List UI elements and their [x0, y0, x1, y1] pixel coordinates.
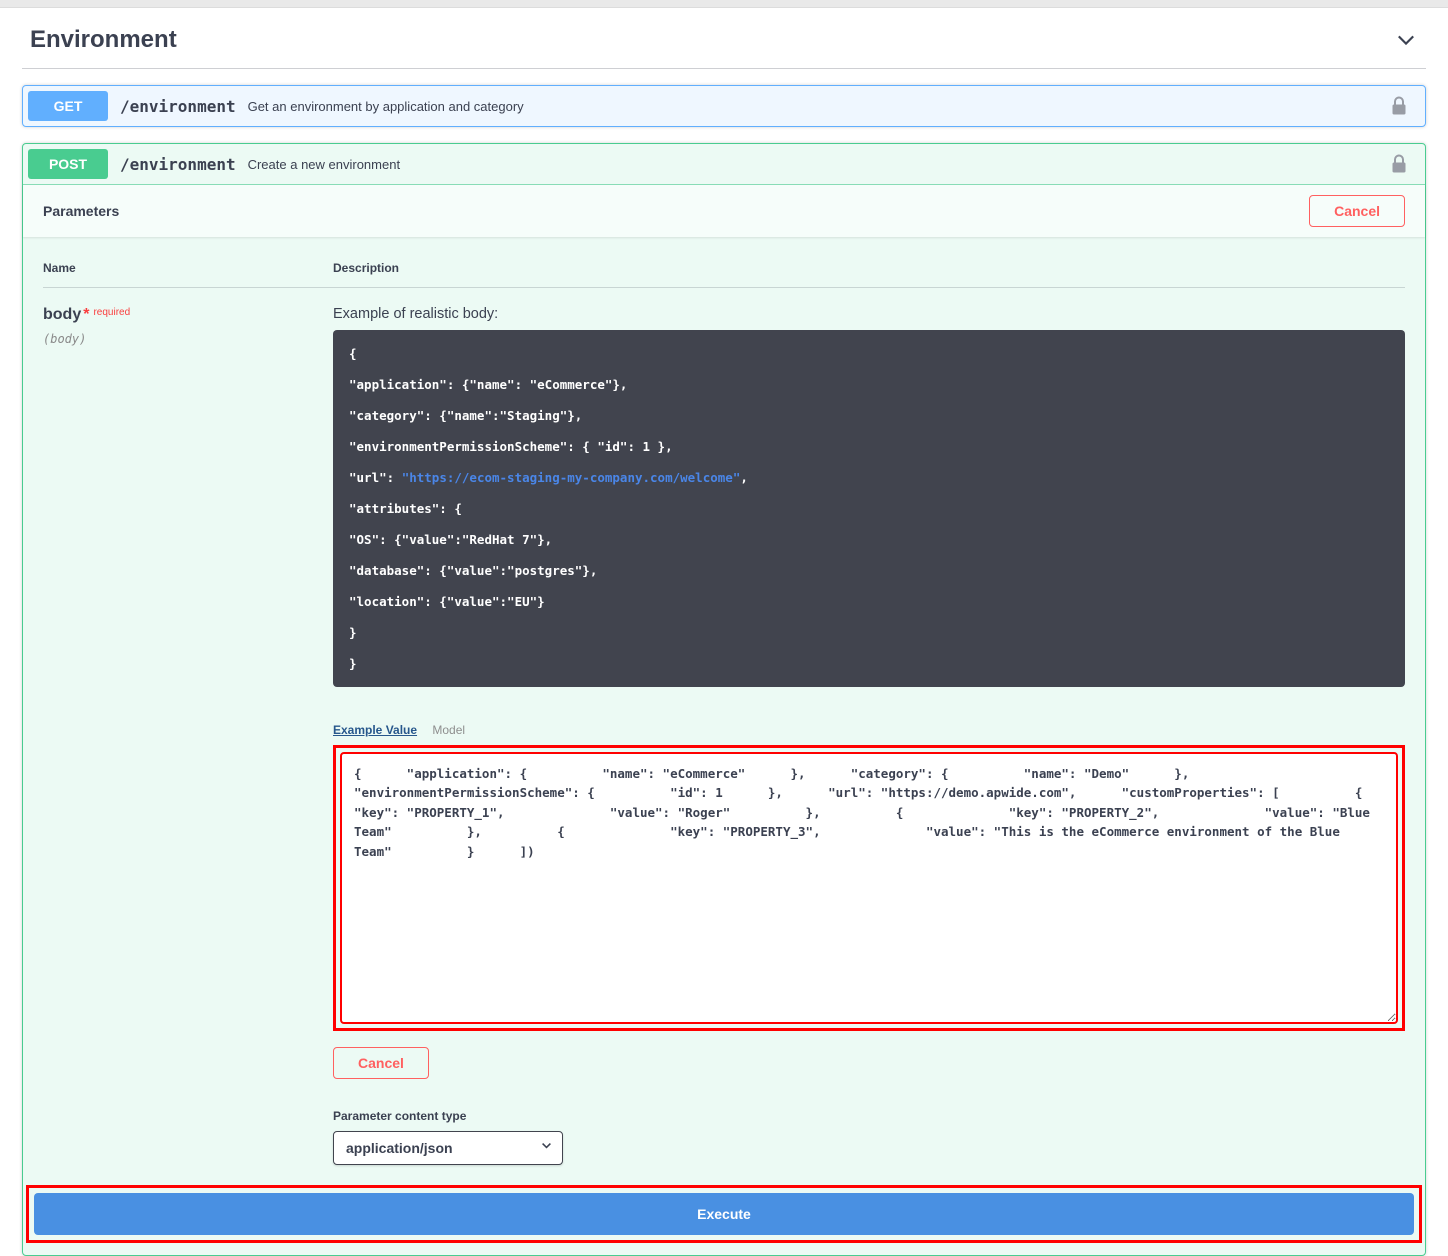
get-endpoint-summary[interactable]: GET /environment Get an environment by a… — [23, 86, 1425, 126]
execute-button[interactable]: Execute — [34, 1193, 1414, 1235]
post-endpoint-summary[interactable]: POST /environment Create a new environme… — [23, 144, 1425, 184]
required-label: required — [93, 307, 130, 318]
section-title: Environment — [30, 26, 177, 54]
top-divider — [0, 0, 1448, 8]
content-type-select-wrap: application/json — [333, 1131, 563, 1165]
get-endpoint-path: /environment — [120, 97, 236, 116]
cancel-try-out-button[interactable]: Cancel — [1309, 195, 1405, 227]
chevron-down-icon[interactable] — [1394, 28, 1418, 52]
column-header-name: Name — [43, 261, 333, 275]
post-method-badge: POST — [28, 149, 108, 179]
parameters-table-header: Name Description — [43, 261, 1405, 288]
column-header-description: Description — [333, 261, 1405, 275]
body-parameter-type: (body) — [43, 332, 333, 346]
content-type-select[interactable]: application/json — [333, 1131, 563, 1165]
body-textarea-highlight: { "application": { "name": "eCommerce" }… — [333, 745, 1405, 1031]
tab-example-value[interactable]: Example Value — [333, 723, 417, 737]
execute-highlight: Execute — [26, 1185, 1422, 1243]
post-opblock-body: Parameters Cancel Name Description body*… — [23, 184, 1425, 1243]
parameters-table: Name Description body*required (body) Ex… — [23, 237, 1425, 1185]
opblock-get: GET /environment Get an environment by a… — [22, 85, 1426, 127]
value-tabs: Example Value Model — [333, 723, 1405, 737]
lock-icon[interactable] — [1390, 96, 1408, 116]
section-header-environment[interactable]: Environment — [22, 8, 1426, 69]
get-endpoint-description: Get an environment by application and ca… — [248, 99, 1390, 114]
parameter-content-type-label: Parameter content type — [333, 1109, 1405, 1123]
post-endpoint-path: /environment — [120, 155, 236, 174]
parameters-title: Parameters — [43, 203, 119, 219]
body-parameter-input[interactable]: { "application": { "name": "eCommerce" }… — [340, 752, 1398, 1024]
get-method-badge: GET — [28, 91, 108, 121]
cancel-parameter-button[interactable]: Cancel — [333, 1047, 429, 1079]
body-parameter-name: body*required — [43, 306, 333, 324]
opblock-post: POST /environment Create a new environme… — [22, 143, 1426, 1256]
body-parameter-row: body*required (body) Example of realisti… — [43, 288, 1405, 1165]
lock-icon[interactable] — [1390, 154, 1408, 174]
parameters-header: Parameters Cancel — [23, 185, 1425, 237]
tab-model[interactable]: Model — [432, 723, 465, 737]
required-asterisk: * — [83, 306, 89, 323]
example-body-code: {"application": {"name": "eCommerce"},"c… — [333, 330, 1405, 687]
post-endpoint-description: Create a new environment — [248, 157, 1390, 172]
example-body-title: Example of realistic body: — [333, 306, 1405, 322]
